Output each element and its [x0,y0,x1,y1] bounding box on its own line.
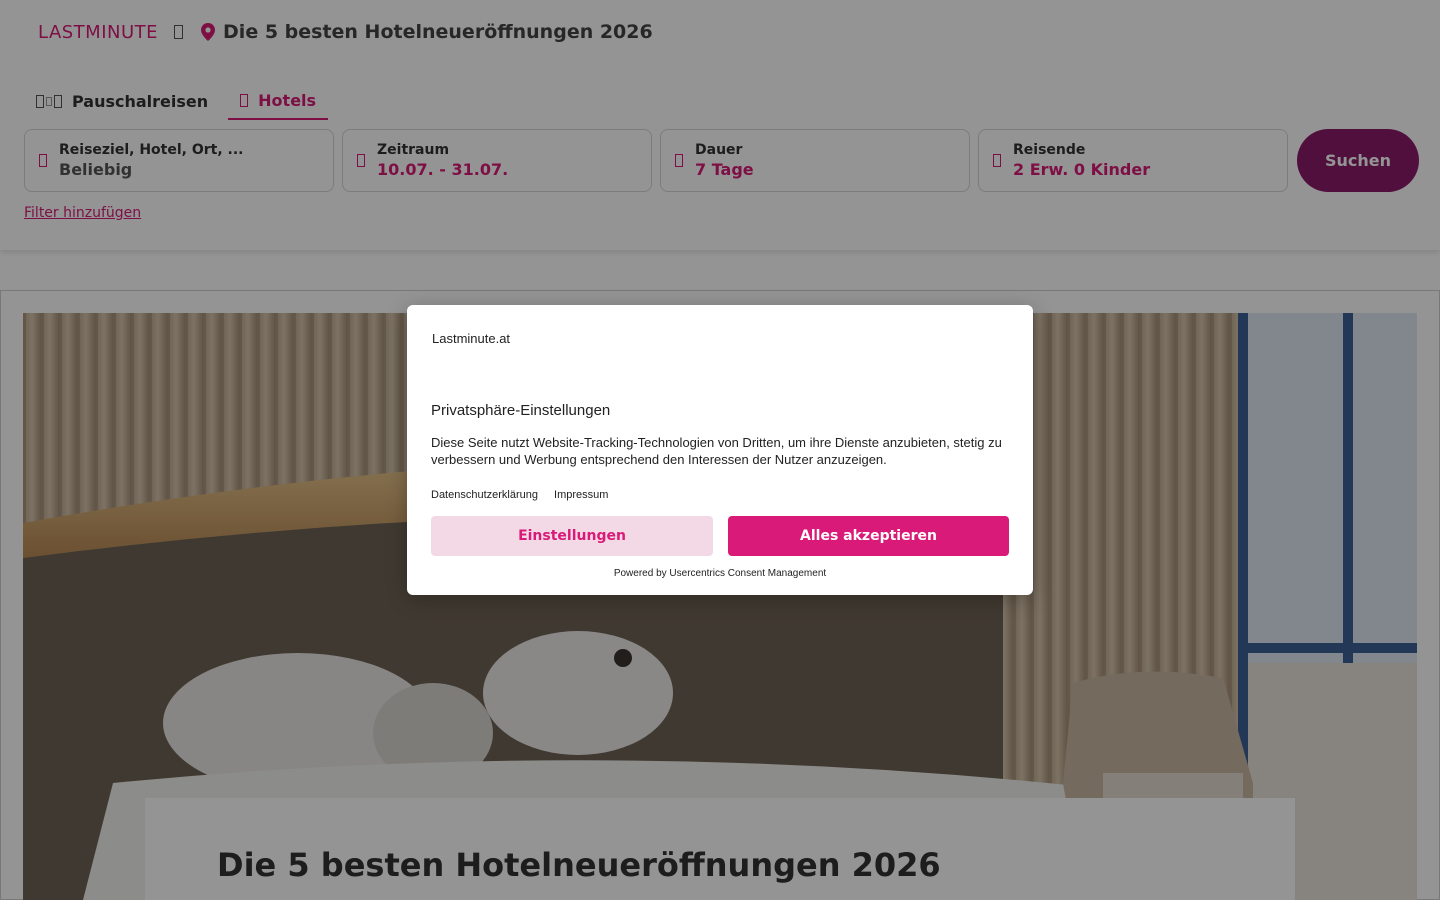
consent-title: Privatsphäre-Einstellungen [431,402,611,419]
consent-dialog: Lastminute.at Privatsphäre-Einstellungen… [407,305,1033,595]
consent-description: Diese Seite nutzt Website-Tracking-Techn… [431,435,1002,467]
accept-all-button[interactable]: Alles akzeptieren [728,516,1009,556]
consent-links: Datenschutzerklärung Impressum [431,489,624,501]
consent-settings-button[interactable]: Einstellungen [431,516,713,556]
privacy-policy-link[interactable]: Datenschutzerklärung [431,489,538,501]
consent-logo-alt: Lastminute.at [432,331,511,346]
imprint-link[interactable]: Impressum [554,489,608,501]
consent-logo: Lastminute.at [432,331,510,346]
powered-by-text: Powered by Usercentrics Consent Manageme… [613,568,827,579]
